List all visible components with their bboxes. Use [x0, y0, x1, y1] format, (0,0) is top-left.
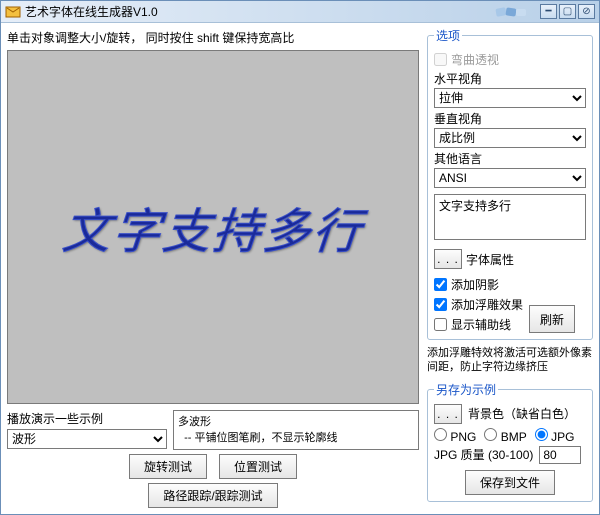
options-group: 选项 弯曲透视 水平视角 拉伸 垂直视角 成比例	[427, 27, 593, 340]
test-buttons-row1: 旋转测试 位置测试	[7, 454, 419, 479]
save-to-file-button[interactable]: 保存到文件	[465, 470, 555, 495]
content-area: 单击对象调整大小/旋转， 同时按住 shift 键保持宽高比 文字支持多行 播放…	[1, 23, 599, 514]
v-view-label: 垂直视角	[434, 110, 586, 127]
bmp-radio[interactable]	[484, 428, 497, 441]
curve-perspective-checkbox	[434, 53, 447, 66]
lang-row: 其他语言 ANSI	[434, 150, 586, 188]
shadow-row[interactable]: 添加阴影	[434, 276, 523, 293]
options-legend: 选项	[434, 27, 462, 44]
art-text-preview[interactable]: 文字支持多行	[60, 192, 366, 262]
titlebar-decor-icon	[494, 5, 534, 19]
test-buttons-row2: 路径跟踪/跟踪测试	[7, 483, 419, 508]
lang-select[interactable]: ANSI	[434, 168, 586, 188]
lang-label: 其他语言	[434, 150, 586, 167]
rotate-test-button[interactable]: 旋转测试	[129, 454, 207, 479]
v-view-row: 垂直视角 成比例	[434, 110, 586, 148]
emboss-checkbox[interactable]	[434, 298, 447, 311]
demo-select-col: 播放演示一些示例 波形	[7, 410, 167, 450]
font-props-label: 字体属性	[466, 251, 514, 268]
quality-row: JPG 质量 (30-100)	[434, 446, 586, 464]
h-view-select[interactable]: 拉伸	[434, 88, 586, 108]
jpg-radio[interactable]	[535, 428, 548, 441]
app-window: 艺术字体在线生成器V1.0 ━ ▢ ⊘ 单击对象调整大小/旋转， 同时按住 sh…	[0, 0, 600, 515]
right-panel: 选项 弯曲透视 水平视角 拉伸 垂直视角 成比例	[425, 23, 599, 514]
close-button[interactable]: ⊘	[578, 4, 595, 19]
text-input-row	[434, 194, 586, 243]
png-radio-row[interactable]: PNG	[434, 428, 476, 444]
emboss-label: 添加浮雕效果	[451, 296, 523, 313]
refresh-button[interactable]: 刷新	[529, 305, 575, 333]
guides-checkbox[interactable]	[434, 318, 447, 331]
maximize-button[interactable]: ▢	[559, 4, 576, 19]
quality-input[interactable]	[539, 446, 581, 464]
guides-row[interactable]: 显示辅助线	[434, 316, 523, 333]
minimize-button[interactable]: ━	[540, 4, 557, 19]
position-test-button[interactable]: 位置测试	[219, 454, 297, 479]
png-radio[interactable]	[434, 428, 447, 441]
demo-label: 播放演示一些示例	[7, 410, 167, 427]
left-panel: 单击对象调整大小/旋转， 同时按住 shift 键保持宽高比 文字支持多行 播放…	[1, 23, 425, 514]
path-test-button[interactable]: 路径跟踪/跟踪测试	[148, 483, 277, 508]
curve-perspective-label: 弯曲透视	[451, 51, 499, 68]
font-props-browse-button[interactable]: . . .	[434, 249, 462, 269]
shadow-checkbox[interactable]	[434, 278, 447, 291]
curve-perspective-row: 弯曲透视	[434, 51, 586, 68]
quality-label: JPG 质量 (30-100)	[434, 446, 533, 463]
guides-label: 显示辅助线	[451, 316, 511, 333]
save-btn-row: 保存到文件	[434, 470, 586, 495]
hint-text: 单击对象调整大小/旋转， 同时按住 shift 键保持宽高比	[7, 27, 419, 50]
v-view-select[interactable]: 成比例	[434, 128, 586, 148]
bgcolor-row: . . . 背景色（缺省白色）	[434, 404, 586, 424]
h-view-label: 水平视角	[434, 70, 586, 87]
font-props-row: . . . 字体属性	[434, 249, 586, 269]
titlebar: 艺术字体在线生成器V1.0 ━ ▢ ⊘	[1, 1, 599, 23]
demo-select[interactable]: 波形	[7, 429, 167, 449]
format-radios: PNG BMP JPG	[434, 428, 586, 444]
bgcolor-label: 背景色（缺省白色）	[468, 405, 576, 422]
shadow-label: 添加阴影	[451, 276, 499, 293]
demo-row: 播放演示一些示例 波形 多波形 -- 平铺位图笔刷，不显示轮廓线	[7, 410, 419, 450]
h-view-row: 水平视角 拉伸	[434, 70, 586, 108]
effects-row: 添加阴影 添加浮雕效果 显示辅助线 刷新	[434, 273, 586, 333]
emboss-row[interactable]: 添加浮雕效果	[434, 296, 523, 313]
preview-canvas[interactable]: 文字支持多行	[7, 50, 419, 404]
window-buttons: ━ ▢ ⊘	[540, 4, 595, 19]
emboss-note: 添加浮雕特效将激活可选额外像素间距，防止字符边缘挤压	[427, 344, 593, 377]
effects-checks: 添加阴影 添加浮雕效果 显示辅助线	[434, 273, 523, 333]
jpg-radio-row[interactable]: JPG	[535, 428, 575, 444]
window-title: 艺术字体在线生成器V1.0	[25, 3, 494, 20]
bmp-radio-row[interactable]: BMP	[484, 428, 526, 444]
demo-info-box: 多波形 -- 平铺位图笔刷，不显示轮廓线	[173, 410, 419, 450]
save-group: 另存为示例 . . . 背景色（缺省白色） PNG BMP JPG JPG 质量…	[427, 381, 593, 502]
text-input[interactable]	[434, 194, 586, 240]
bgcolor-browse-button[interactable]: . . .	[434, 404, 462, 424]
app-icon	[5, 4, 21, 20]
save-legend: 另存为示例	[434, 381, 498, 398]
